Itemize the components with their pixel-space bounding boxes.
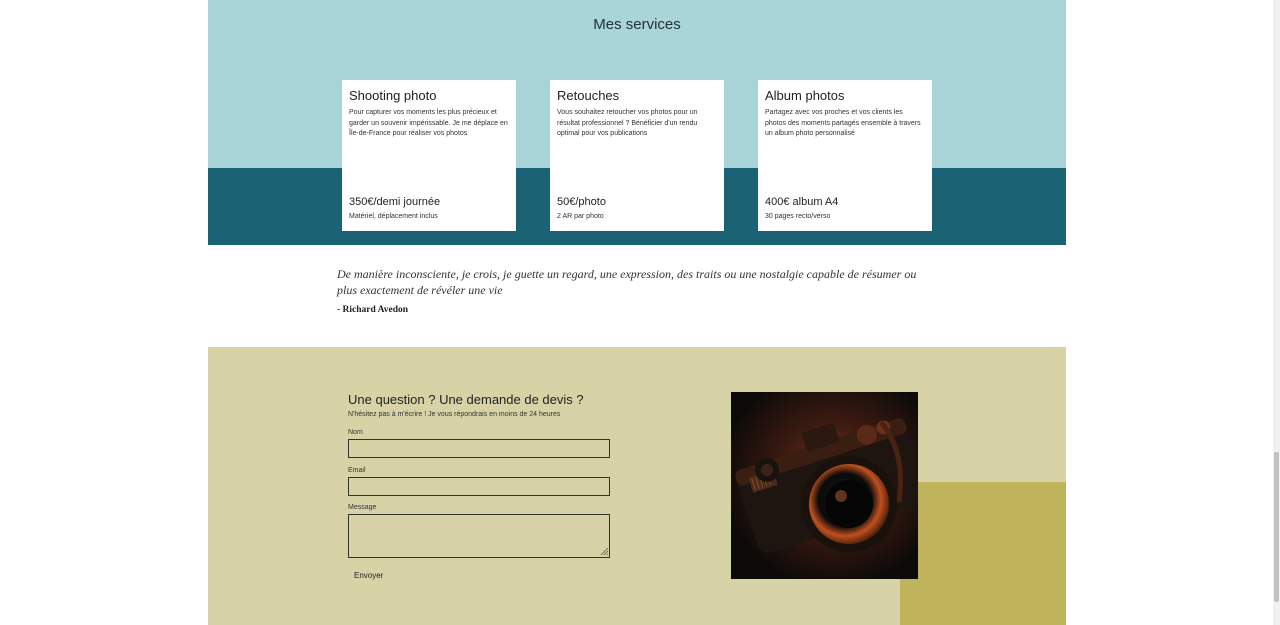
service-card-retouches: Retouches Vous souhaitez retoucher vos p…: [550, 80, 724, 231]
send-button[interactable]: Envoyer: [348, 567, 389, 583]
service-card-note: 2 AR par photo: [557, 213, 604, 220]
service-card-price: 50€/photo: [557, 196, 606, 208]
contact-subtitle: N'hésitez pas à m'écrire ! Je vous répon…: [348, 411, 561, 418]
message-label: Message: [348, 504, 377, 511]
resize-grip-icon[interactable]: [600, 547, 609, 556]
service-card-price: 400€ album A4: [765, 196, 839, 208]
services-section: Mes services Shooting photo Pour capture…: [208, 0, 1066, 245]
name-field[interactable]: [348, 439, 610, 458]
service-card-note: Matériel, déplacement inclus: [349, 213, 438, 220]
service-card-description: Pour capturer vos moments les plus préci…: [349, 109, 508, 137]
services-title: Mes services: [593, 16, 681, 33]
service-card-note: 30 pages recto/verso: [765, 213, 831, 220]
camera-icon: [731, 392, 918, 579]
camera-photo: [731, 392, 918, 579]
name-label: Nom: [348, 429, 363, 436]
email-label: Email: [348, 467, 366, 474]
contact-section: Une question ? Une demande de devis ? N'…: [208, 347, 1066, 625]
scrollbar-thumb[interactable]: [1274, 452, 1279, 602]
service-card-title: Shooting photo: [349, 88, 437, 103]
service-card-price: 350€/demi journée: [349, 196, 441, 208]
service-card-album: Album photos Partagez avec vos proches e…: [758, 80, 932, 231]
service-card-shooting: Shooting photo Pour capturer vos moments…: [342, 80, 516, 231]
page: Mes services Shooting photo Pour capture…: [0, 0, 1280, 625]
contact-accent-block: [900, 482, 1066, 625]
service-card-title: Album photos: [765, 88, 845, 103]
email-field[interactable]: [348, 477, 610, 496]
service-card-description: Vous souhaitez retoucher vos photos pour…: [557, 109, 698, 137]
message-field[interactable]: [348, 514, 610, 558]
quote-text: De manière inconsciente, je crois, je gu…: [337, 267, 917, 297]
service-card-title: Retouches: [557, 88, 620, 103]
quote-author: - Richard Avedon: [337, 305, 409, 315]
service-card-description: Partagez avec vos proches et vos clients…: [765, 109, 921, 137]
contact-title: Une question ? Une demande de devis ?: [348, 392, 584, 407]
page-scrollbar[interactable]: [1273, 0, 1280, 625]
